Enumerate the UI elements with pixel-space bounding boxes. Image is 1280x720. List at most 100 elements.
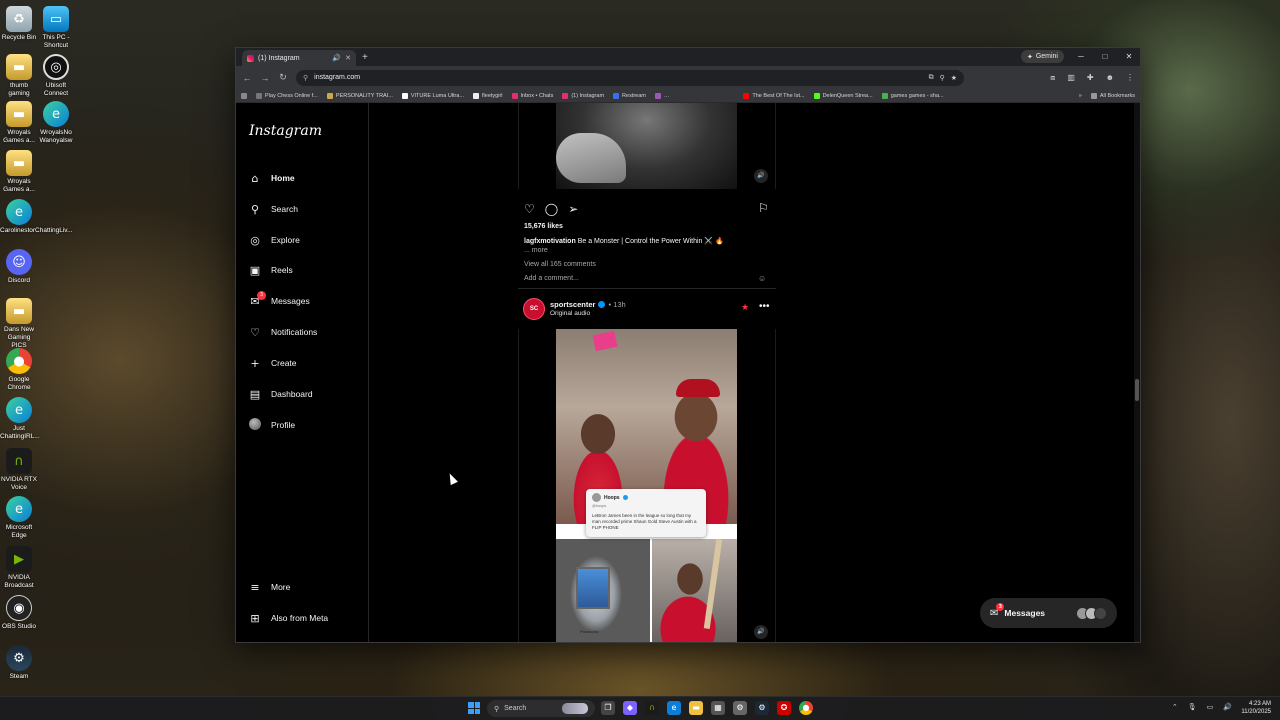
nav-dashboard[interactable]: ▤ Dashboard [248,385,313,403]
edge-icon[interactable]: e [667,701,681,715]
microphone-icon[interactable]: 🎙 [1188,703,1197,711]
nav-more[interactable]: ≡ More [248,578,290,596]
post2-audio[interactable]: Original audio [550,310,590,317]
caption-more-link[interactable]: ... more [524,247,548,254]
save-bookmark-icon[interactable]: ⚐ [758,201,769,215]
post2-mute-icon[interactable]: 🔊 [754,625,768,639]
post1-likes[interactable]: 15,676 likes [524,223,563,230]
tray-chevron-icon[interactable]: ⌃ [1172,703,1178,711]
bookmark-item[interactable]: Inbox • Chats [511,92,553,99]
extension-puzzle-icon[interactable]: ✚ [1087,73,1094,83]
post2-time[interactable]: • 13h [608,300,625,309]
post1-username[interactable]: lagfxmotivation [524,238,576,245]
desktop-icon-wroyalsno[interactable]: e WroyalsNo Wanoyalsw [37,101,75,145]
desktop-icon-just-chatting[interactable]: e Just ChattingIRL... [0,397,40,441]
speaker-icon[interactable]: 🔊 [332,54,341,62]
back-arrow-icon[interactable]: ← [242,73,252,83]
post-options-icon[interactable]: ••• [759,301,770,312]
desktop-icon-rtx-voice[interactable]: ∩ NVIDIA RTX Voice [0,448,38,492]
file-explorer-icon[interactable]: ▬ [689,701,703,715]
bookmarks-overflow-icon[interactable]: » [1079,93,1082,99]
bookmark-star-icon[interactable]: ★ [951,74,957,82]
tab-close-icon[interactable]: ✕ [345,54,351,62]
desktop-icon-recycle-bin[interactable]: ♻ Recycle Bin [0,6,38,42]
desktop-icon-chrome[interactable]: ● Google Chrome [0,348,38,392]
post2-username[interactable]: sportscenter [550,300,595,309]
instagram-logo[interactable]: Instagram [249,123,322,139]
desktop-icon-edge[interactable]: e Microsoft Edge [0,496,38,540]
bookmark-item[interactable]: PERSONALITY TRAI... [326,92,393,99]
sportscenter-avatar[interactable]: SC [523,298,545,320]
nav-create[interactable]: + Create [248,354,296,372]
chrome-icon[interactable]: ● [799,701,813,715]
post1-mute-icon[interactable]: 🔊 [754,169,768,183]
nvidia-icon[interactable]: ∩ [645,701,659,715]
minimize-button[interactable]: ─ [1074,52,1088,61]
gemini-button[interactable]: ✦ Gemini [1020,50,1064,63]
desktop-icon-wroyals-games-2[interactable]: ▬ Wroyals Games a... [0,150,38,194]
bookmark-item[interactable]: Restream [613,92,646,99]
address-bar[interactable]: ⚲ instagram.com ⧉ ⚲ ★ [296,69,964,86]
close-window-button[interactable]: ✕ [1122,52,1136,61]
zoom-icon[interactable]: ⚲ [940,74,945,82]
desktop-icon-dans-pics[interactable]: ▬ Dans New Gaming PICS [0,298,38,350]
new-tab-button[interactable]: + [362,52,368,63]
desktop-icon-obs[interactable]: ◉ OBS Studio [0,595,38,631]
view-comments-link[interactable]: View all 165 comments [524,261,596,268]
desktop-icon-thumb-gaming[interactable]: ▬ thumb gaming [0,54,38,98]
nav-explore[interactable]: ◎ Explore [248,231,300,249]
bookmark-item[interactable]: The Best Of The Ist... [743,92,805,99]
messages-pill[interactable]: ✉ 3 Messages [980,598,1117,628]
sidepanel-icon[interactable]: ▥ [1067,73,1075,83]
steam-icon[interactable]: ⚙ [755,701,769,715]
windows-start-icon[interactable] [468,702,480,714]
extensions-icon[interactable]: ⧈ [1050,73,1055,83]
bookmark-item[interactable]: DelenQueen Strea... [813,92,873,99]
tab-instagram[interactable]: (1) Instagram 🔊 ✕ [242,50,356,66]
nav-profile[interactable]: Profile [248,416,295,434]
nav-messages[interactable]: ✉ 3 Messages [248,290,310,310]
nav-home[interactable]: ⌂ Home [248,169,295,187]
apps-grid-icon[interactable] [241,92,247,99]
store-icon[interactable]: ▦ [711,701,725,715]
add-comment-input[interactable]: Add a comment... [524,275,579,282]
task-view-icon[interactable]: ❐ [601,701,615,715]
comment-icon[interactable]: ◯ [545,202,558,216]
bookmark-item[interactable]: VITURE Luma Ultra... [401,92,464,99]
forward-arrow-icon[interactable]: → [260,73,270,83]
desktop-icon-ubisoft[interactable]: ◎ Ubisoft Connect [37,54,75,98]
bookmark-item[interactable]: … [654,92,669,99]
profile-icon[interactable]: ☻ [1106,73,1114,83]
taskbar-search[interactable]: ⚲ Search [487,700,595,717]
install-icon[interactable]: ⧉ [929,74,934,82]
desktop-icon-wroyals-games-1[interactable]: ▬ Wroyals Games a... [0,101,38,145]
desktop-icon-discord[interactable]: ☺ Discord [0,249,38,285]
copilot-icon[interactable]: ◆ [623,701,637,715]
post1-video[interactable] [556,103,737,189]
emoji-icon[interactable]: ☺ [758,274,766,283]
menu-dots-icon[interactable]: ⋮ [1126,73,1134,83]
clock[interactable]: 4:23 AM 11/20/2025 [1241,700,1271,716]
bookmark-item[interactable]: games games - sha... [881,92,944,99]
desktop-icon-nvidia-broadcast[interactable]: ▶ NVIDIA Broadcast [0,546,38,590]
page-scrollbar[interactable] [1134,103,1140,642]
desktop-icon-this-pc[interactable]: ▭ This PC - Shortcut [37,6,75,50]
share-icon[interactable]: ➢ [568,202,578,216]
app-icon[interactable]: ✪ [777,701,791,715]
nav-search[interactable]: ⚲ Search [248,200,298,218]
bookmark-item[interactable]: (1) Instagram [562,92,604,99]
favorite-star-icon[interactable]: ★ [741,303,749,313]
volume-icon[interactable]: 🔊 [1223,703,1232,711]
nav-also-from-meta[interactable]: ⊞ Also from Meta [248,609,328,627]
desktop-icon-steam[interactable]: ⚙ Steam [0,645,38,681]
reload-icon[interactable]: ↻ [278,72,288,83]
desktop-icon-carolinestor[interactable]: e CarolinestorChattingLiv... [0,199,73,235]
nav-reels[interactable]: ▣ Reels [248,261,293,279]
nav-notifications[interactable]: ♡ Notifications [248,323,317,341]
url-text[interactable]: instagram.com [314,74,922,81]
maximize-button[interactable]: □ [1098,52,1112,61]
post2-video[interactable]: Panasonic Hoops @hoops LeBron James been… [556,329,737,642]
bookmark-item[interactable]: Play Chess Online f... [256,92,318,99]
site-info-icon[interactable]: ⚲ [303,74,308,82]
like-heart-icon[interactable]: ♡ [524,202,535,216]
